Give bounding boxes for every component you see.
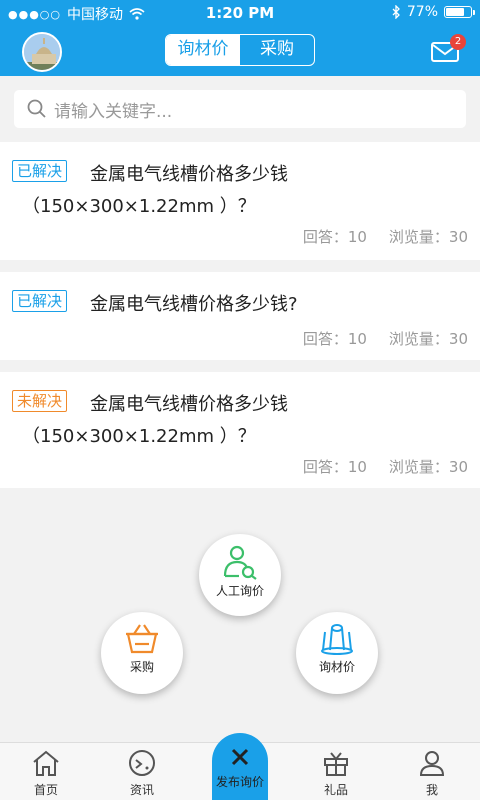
gift-icon — [324, 752, 348, 776]
question-title: 金属电气线槽价格多少钱 — [90, 164, 288, 185]
bluetooth-icon — [392, 5, 400, 19]
tab-home-label: 首页 — [33, 783, 58, 797]
answer-count: 回答：10 — [302, 228, 367, 246]
inquiry-price-button[interactable]: 询材价 — [296, 612, 378, 694]
manual-inquiry-label: 人工询价 — [215, 584, 264, 598]
question-meta: 回答：10 浏览量：30 — [303, 456, 468, 477]
mail-badge: 2 — [450, 34, 466, 50]
tab-me-label: 我 — [425, 783, 438, 797]
nav-bar: 询材价 采购 2 — [0, 26, 480, 76]
question-title-line2: （150×300×1.22mm ）？ — [22, 426, 256, 447]
avatar-image — [24, 34, 60, 70]
status-badge: 已解决 — [12, 290, 68, 312]
tab-news[interactable]: 资讯 — [112, 749, 172, 798]
purchase-label: 采购 — [129, 660, 154, 674]
basket-icon — [126, 624, 158, 654]
purchase-button[interactable]: 采购 — [101, 612, 183, 694]
home-icon — [33, 750, 59, 776]
tab-publish-inquiry[interactable]: 发布询价 — [212, 733, 268, 800]
tab-publish-label: 发布询价 — [215, 775, 264, 789]
battery-percent: 77% — [406, 4, 438, 20]
question-card[interactable]: 已解决 金属电气线槽价格多少钱 （150×300×1.22mm ）？ 回答：10… — [0, 142, 480, 260]
question-title: 金属电气线槽价格多少钱 — [90, 394, 288, 415]
tab-gifts-label: 礼品 — [323, 783, 348, 797]
view-count: 浏览量：30 — [388, 330, 468, 348]
answer-count: 回答：10 — [302, 458, 367, 476]
search-section: 请输入关键字... — [0, 76, 480, 140]
status-right: 77% — [391, 4, 475, 20]
search-input[interactable]: 请输入关键字... — [14, 90, 466, 128]
status-badge: 已解决 — [12, 160, 68, 182]
question-card[interactable]: 已解决 金属电气线槽价格多少钱? 回答：10 浏览量：30 — [0, 272, 480, 360]
question-title-line2: （150×300×1.22mm ）？ — [22, 196, 256, 217]
battery-icon — [444, 6, 475, 18]
status-bar: ●●●○○ 中国移动 1:20 PM 77% — [0, 0, 480, 26]
question-card[interactable]: 未解决 金属电气线槽价格多少钱 （150×300×1.22mm ）？ 回答：10… — [0, 372, 480, 488]
tab-home[interactable]: 首页 — [16, 749, 76, 798]
segmented-control: 询材价 采购 — [165, 34, 315, 66]
news-icon — [129, 750, 155, 776]
answer-count: 回答：10 — [302, 330, 367, 348]
inquiry-price-label: 询材价 — [318, 660, 355, 674]
tab-purchase[interactable]: 采购 — [240, 35, 314, 65]
view-count: 浏览量：30 — [388, 228, 468, 246]
person-search-icon — [223, 545, 257, 580]
tab-me[interactable]: 我 — [402, 749, 462, 798]
question-meta: 回答：10 浏览量：30 — [303, 328, 468, 349]
view-count: 浏览量：30 — [388, 458, 468, 476]
close-icon — [231, 748, 249, 766]
pipes-icon — [321, 624, 353, 655]
question-title: 金属电气线槽价格多少钱? — [90, 294, 298, 315]
tab-news-label: 资讯 — [129, 783, 154, 797]
tab-bar: 首页 资讯 发布询价 礼品 我 — [0, 733, 480, 800]
user-icon — [419, 751, 445, 776]
avatar[interactable] — [22, 32, 62, 72]
status-badge: 未解决 — [12, 390, 68, 412]
battery-fill — [446, 8, 464, 16]
search-placeholder: 请输入关键字... — [54, 101, 173, 122]
tab-inquiry[interactable]: 询材价 — [166, 35, 240, 65]
search-icon — [27, 99, 46, 118]
tab-gifts[interactable]: 礼品 — [306, 749, 366, 798]
question-meta: 回答：10 浏览量：30 — [303, 226, 468, 247]
manual-inquiry-button[interactable]: 人工询价 — [199, 534, 281, 616]
